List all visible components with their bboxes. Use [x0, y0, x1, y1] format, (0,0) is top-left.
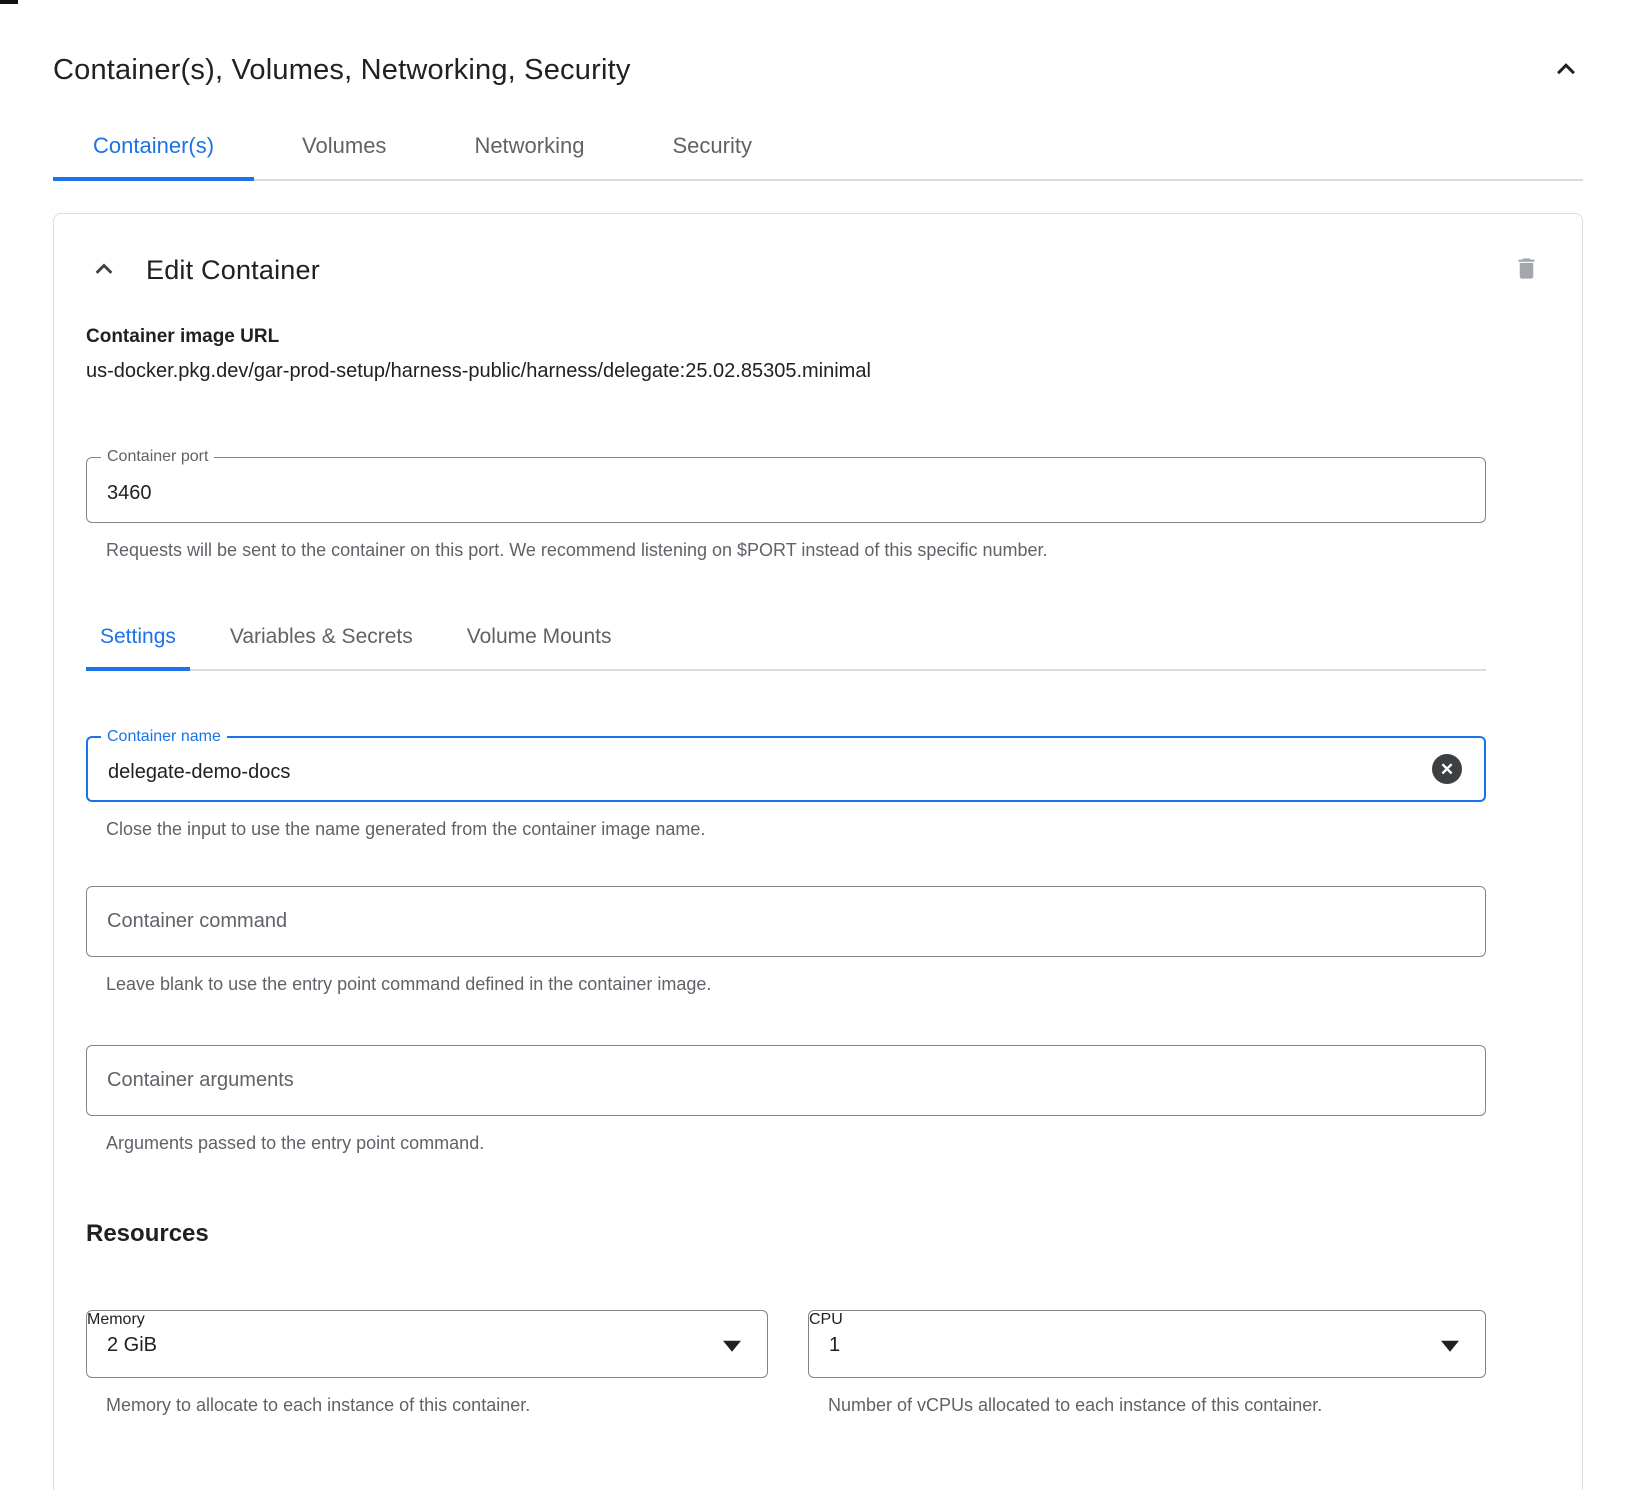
section-collapse-button[interactable] [1549, 52, 1583, 89]
caret-down-icon [1441, 1341, 1459, 1352]
memory-label: Memory [87, 1311, 145, 1328]
container-name-label: Container name [101, 727, 227, 747]
cpu-label: CPU [809, 1311, 843, 1328]
cancel-icon: ✕ [1440, 761, 1454, 778]
container-port-helper: Requests will be sent to the container o… [106, 538, 1486, 562]
container-arguments-helper: Arguments passed to the entry point comm… [106, 1131, 1486, 1155]
container-command-field [86, 886, 1486, 957]
tab-containers[interactable]: Container(s) [53, 119, 254, 179]
container-name-field: Container name ✕ [86, 736, 1486, 802]
tab-volumes[interactable]: Volumes [262, 119, 426, 179]
container-port-input[interactable] [87, 458, 1485, 522]
cpu-select[interactable]: CPU 1 [808, 1310, 1486, 1378]
cpu-helper: Number of vCPUs allocated to each instan… [828, 1393, 1368, 1417]
container-name-input[interactable] [88, 738, 1484, 800]
screenshot-edge-artifact [0, 0, 18, 4]
container-image-url-label: Container image URL [86, 326, 1486, 348]
edit-container-collapse-button[interactable] [88, 253, 120, 288]
memory-value: 2 GiB [107, 1334, 157, 1357]
resources-row: Memory 2 GiB Memory to allocate to each … [86, 1310, 1486, 1417]
section-header: Container(s), Volumes, Networking, Secur… [53, 52, 1583, 89]
tab-networking[interactable]: Networking [434, 119, 624, 179]
resources-heading: Resources [86, 1220, 1486, 1248]
tab-settings[interactable]: Settings [86, 609, 190, 669]
delete-container-button[interactable] [1511, 253, 1542, 287]
container-command-helper: Leave blank to use the entry point comma… [106, 972, 1486, 996]
clear-container-name-button[interactable]: ✕ [1432, 754, 1462, 784]
container-command-input[interactable] [87, 887, 1485, 956]
page-title: Container(s), Volumes, Networking, Secur… [53, 54, 631, 87]
cpu-value: 1 [829, 1334, 840, 1357]
chevron-up-icon [90, 255, 118, 286]
edit-container-title: Edit Container [146, 255, 320, 286]
tab-variables-secrets[interactable]: Variables & Secrets [216, 609, 427, 669]
container-port-field: Container port [86, 457, 1486, 523]
memory-helper: Memory to allocate to each instance of t… [106, 1393, 768, 1417]
trash-icon [1513, 255, 1540, 285]
edit-container-header: Edit Container [86, 248, 1542, 292]
tab-security[interactable]: Security [632, 119, 791, 179]
container-arguments-input[interactable] [87, 1046, 1485, 1115]
container-arguments-field [86, 1045, 1486, 1116]
container-image-url-value: us-docker.pkg.dev/gar-prod-setup/harness… [86, 360, 1486, 386]
container-settings-panel: Container(s), Volumes, Networking, Secur… [0, 52, 1636, 1490]
tab-volume-mounts[interactable]: Volume Mounts [453, 609, 626, 669]
chevron-up-icon [1551, 54, 1581, 87]
edit-container-card: Edit Container Container image URL us-do… [53, 213, 1583, 1490]
memory-select[interactable]: Memory 2 GiB [86, 1310, 768, 1378]
container-port-label: Container port [101, 447, 214, 467]
container-name-helper: Close the input to use the name generate… [106, 817, 1486, 841]
main-tab-bar: Container(s) Volumes Networking Security [53, 119, 1583, 181]
container-tab-bar: Settings Variables & Secrets Volume Moun… [86, 609, 1486, 671]
caret-down-icon [723, 1341, 741, 1352]
